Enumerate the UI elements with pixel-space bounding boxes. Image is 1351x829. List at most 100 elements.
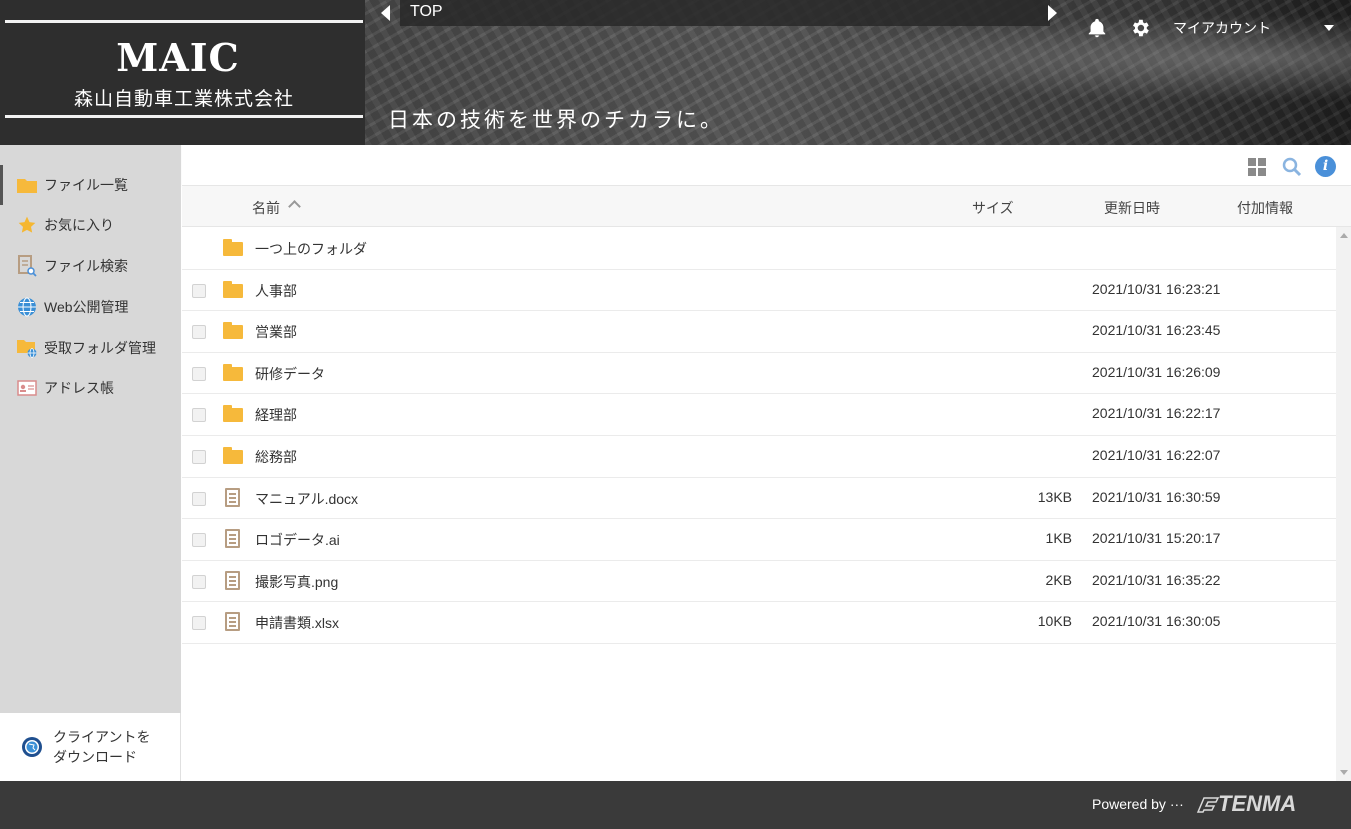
sidebar-item-file-search[interactable]: ファイル検索 [0,246,181,286]
file-date: 2021/10/31 16:22:17 [1092,405,1221,422]
row-checkbox[interactable] [192,574,206,589]
client-globe-icon [22,737,42,757]
logo-top-rule [5,20,363,23]
file-name[interactable]: マニュアル.docx [255,489,358,509]
client-download-button[interactable]: クライアントを ダウンロード [0,713,181,781]
parent-folder-link[interactable]: 一つ上のフォルダ [255,239,367,259]
search-icon[interactable] [1282,157,1302,177]
breadcrumb-top[interactable]: TOP [410,3,443,21]
sidebar-item-label: アドレス帳 [44,380,114,396]
toolbar: i [182,145,1351,186]
document-icon [222,487,244,508]
folder-icon [222,404,244,424]
folder-icon [222,280,244,300]
table-row[interactable]: マニュアル.docx 13KB 2021/10/31 16:30:59 [182,478,1336,520]
file-name[interactable]: 申請書類.xlsx [255,613,339,633]
sidebar-item-receive-folder[interactable]: 受取フォルダ管理 [0,328,181,368]
table-row[interactable]: 申請書類.xlsx 10KB 2021/10/31 16:30:05 [182,602,1336,644]
file-date: 2021/10/31 16:23:45 [1092,322,1221,339]
file-list-panel: i 名前 サイズ 更新日時 付加情報 一つ上のフォルダ 人事部 2021/10/… [182,145,1351,781]
file-name[interactable]: 撮影写真.png [255,572,338,592]
row-checkbox[interactable] [192,283,206,298]
address-card-icon [16,377,38,399]
file-date: 2021/10/31 16:23:21 [1092,280,1221,297]
sidebar-item-label: ファイル検索 [44,258,128,274]
sidebar-item-label: お気に入り [44,217,114,233]
document-icon [222,529,244,549]
my-account-menu[interactable]: マイアカウント [1173,18,1271,38]
app-header: MAIC 森山自動車工業株式会社 TOP マイアカウント 日本の技術を世界のチカ… [0,0,1351,145]
file-name[interactable]: 研修データ [255,364,325,384]
sidebar-item-label: 受取フォルダ管理 [44,340,156,356]
folder-globe-icon [16,337,38,359]
folder-icon [16,174,38,196]
tenma-logo-mark-icon [1196,797,1220,813]
table-row[interactable]: 営業部 2021/10/31 16:23:45 [182,311,1336,353]
folder-icon [222,238,244,258]
file-date: 2021/10/31 16:35:22 [1092,571,1221,588]
file-size: 2KB [1045,571,1072,588]
row-checkbox[interactable] [192,325,206,340]
file-list: 一つ上のフォルダ 人事部 2021/10/31 16:23:21 営業部 202… [182,228,1336,644]
sidebar-item-file-list[interactable]: ファイル一覧 [0,165,181,205]
logo-subtitle: 森山自動車工業株式会社 [73,88,294,110]
scroll-down-icon[interactable] [1340,770,1348,775]
sort-ascending-icon[interactable] [288,200,301,213]
breadcrumb-prev-icon[interactable] [381,5,390,21]
file-date: 2021/10/31 16:22:07 [1092,446,1221,463]
table-row[interactable]: 人事部 2021/10/31 16:23:21 [182,270,1336,312]
scroll-up-icon[interactable] [1340,233,1348,238]
gear-icon[interactable] [1129,17,1151,39]
folder-icon [222,363,244,383]
row-checkbox[interactable] [192,533,206,548]
row-checkbox[interactable] [192,366,206,381]
app-footer: Powered by ··· TENMA [0,781,1351,829]
sidebar-item-web-publish[interactable]: Web公開管理 [0,287,181,327]
file-name[interactable]: ロゴデータ.ai [255,530,340,550]
globe-icon [16,296,38,318]
row-checkbox[interactable] [192,449,206,464]
grid-view-icon[interactable] [1248,158,1266,176]
column-header-date[interactable]: 更新日時 [1104,198,1160,218]
breadcrumb [400,0,1050,26]
powered-by-text: Powered by ··· [1092,796,1184,812]
file-name[interactable]: 経理部 [255,405,297,425]
client-download-label: クライアントを ダウンロード [53,729,151,765]
table-row[interactable]: 経理部 2021/10/31 16:22:17 [182,394,1336,436]
table-row[interactable]: ロゴデータ.ai 1KB 2021/10/31 15:20:17 [182,519,1336,561]
file-date: 2021/10/31 16:26:09 [1092,363,1221,380]
table-row[interactable]: 総務部 2021/10/31 16:22:07 [182,436,1336,478]
sidebar-item-address-book[interactable]: アドレス帳 [0,368,181,408]
table-row[interactable]: 研修データ 2021/10/31 16:26:09 [182,353,1336,395]
chevron-down-icon[interactable] [1324,25,1334,31]
company-logo[interactable]: MAIC 森山自動車工業株式会社 [0,0,365,145]
file-date: 2021/10/31 16:30:59 [1092,488,1221,505]
bell-icon[interactable] [1086,16,1108,40]
column-header-name[interactable]: 名前 [252,198,280,218]
vertical-scrollbar[interactable] [1336,227,1351,781]
column-header-extra[interactable]: 付加情報 [1237,198,1293,218]
file-size: 1KB [1045,530,1072,547]
file-name[interactable]: 総務部 [255,447,297,467]
logo-title: MAIC [116,35,240,80]
row-checkbox[interactable] [192,616,206,631]
folder-icon [222,446,244,466]
header-slogan: 日本の技術を世界のチカラに。 [388,108,724,132]
info-icon[interactable]: i [1315,156,1336,177]
file-size: 13KB [1037,488,1072,505]
row-checkbox[interactable] [192,408,206,423]
row-checkbox[interactable] [192,491,206,506]
breadcrumb-next-icon[interactable] [1048,5,1057,21]
sidebar-item-favorites[interactable]: お気に入り [0,205,181,245]
file-name[interactable]: 人事部 [255,281,297,301]
tenma-brand-logo: TENMA [1218,791,1297,816]
file-size: 10KB [1037,613,1072,630]
document-icon [222,612,244,632]
parent-folder-row[interactable]: 一つ上のフォルダ [182,228,1336,270]
table-row[interactable]: 撮影写真.png 2KB 2021/10/31 16:35:22 [182,561,1336,603]
file-date: 2021/10/31 15:20:17 [1092,530,1221,547]
column-header-size[interactable]: サイズ [972,198,1014,218]
file-name[interactable]: 営業部 [255,322,297,342]
folder-icon [222,321,244,341]
logo-bottom-rule [5,115,363,118]
